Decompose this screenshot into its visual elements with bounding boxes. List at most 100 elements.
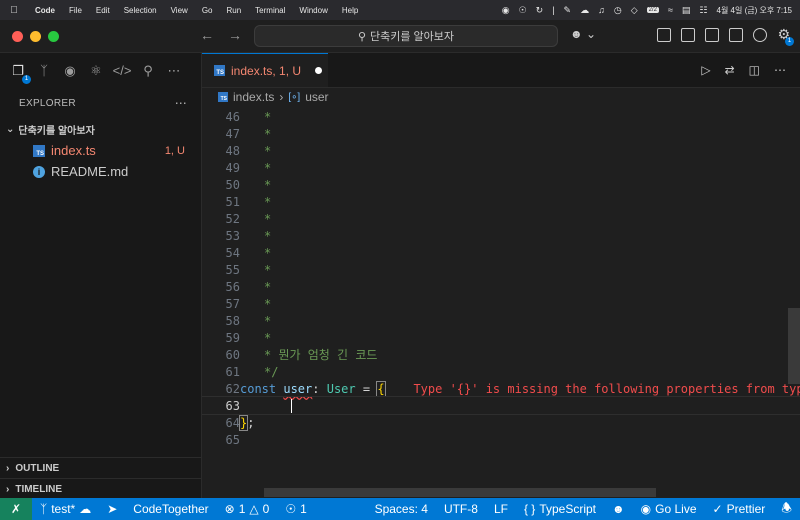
explorer-more-icon[interactable]: ⋯ (175, 96, 187, 110)
github-icon[interactable]: ◉ (62, 63, 78, 79)
outline-section[interactable]: › OUTLINE (0, 457, 202, 478)
compare-changes-icon[interactable]: ⇄ (725, 63, 735, 77)
user-circle-icon[interactable]: ☉ (519, 5, 527, 16)
indentation-item[interactable]: Spaces: 4 (367, 502, 436, 516)
breadcrumb-file[interactable]: index.ts (233, 90, 274, 104)
cloud-icon[interactable]: ☁ (580, 5, 589, 16)
menu-run[interactable]: Run (219, 6, 248, 15)
layers-icon[interactable]: ◇ (631, 5, 638, 16)
menu-terminal[interactable]: Terminal (248, 6, 292, 15)
file-item-index-ts[interactable]: TS index.ts 1, U (0, 140, 201, 161)
more-actions-icon[interactable]: ⋯ (774, 63, 786, 77)
customize-layout-icon[interactable] (657, 27, 672, 42)
notifications-bell-icon[interactable]: 🕭 (773, 499, 800, 520)
breadcrumb-symbol[interactable]: user (305, 90, 328, 104)
pen-icon[interactable]: ✎ (564, 5, 572, 16)
time-machine-icon[interactable]: ◷ (614, 5, 622, 16)
forward-arrow-icon[interactable]: → (228, 27, 242, 43)
keyboard-badge[interactable]: 2/2 (646, 7, 659, 13)
toggle-panel-icon[interactable] (705, 27, 720, 42)
comment-text: * 뭔가 엄청 긴 코드 (264, 348, 378, 362)
file-item-readme[interactable]: i README.md (0, 161, 201, 182)
headphones-icon[interactable]: ♫ (598, 5, 605, 15)
run-play-icon[interactable]: ▷ (701, 63, 710, 77)
cloud-sync-icon: ☁ (79, 502, 92, 516)
problems-indicator[interactable]: ⊗ 1 △ 0 (217, 502, 278, 516)
code-line: 48 * (225, 143, 272, 158)
copilot-status-icon[interactable]: ☻ (604, 502, 633, 516)
toggle-secondary-sidebar-icon[interactable] (729, 27, 744, 42)
menu-clock[interactable]: 4월 4일 (금) 오후 7:15 (717, 5, 793, 16)
chevron-right-icon: › (279, 90, 284, 104)
react-atom-icon[interactable]: ⚛ (88, 63, 104, 79)
go-live-item[interactable]: ◉ Go Live (633, 502, 705, 516)
language-mode-item[interactable]: { } TypeScript (516, 502, 604, 516)
menu-view[interactable]: View (164, 6, 195, 15)
breadcrumb: TS index.ts › [∘] user (202, 88, 800, 106)
back-arrow-icon[interactable]: ← (200, 27, 214, 43)
explorer-badge: 1 (22, 74, 31, 84)
close-window-button[interactable] (12, 31, 23, 42)
timeline-section[interactable]: › TIMELINE (0, 478, 202, 499)
menu-help[interactable]: Help (335, 6, 365, 15)
explorer-title: EXPLORER (19, 97, 76, 109)
control-center-icon[interactable]: ☷ (699, 5, 707, 16)
code-line: 51 * (225, 194, 272, 209)
remote-window-icon[interactable]: ✗ (0, 498, 32, 520)
source-control-icon[interactable]: ᛉ (36, 63, 52, 79)
workspace-folder[interactable]: ⌄ 단축키를 알아보자 (0, 118, 201, 140)
settings-badge: 1 (785, 37, 794, 46)
search-icon[interactable]: ⚲ (140, 63, 156, 79)
divider-icon: | (552, 5, 555, 15)
minimize-window-button[interactable] (30, 31, 41, 42)
variable-symbol-icon: [∘] (288, 91, 301, 103)
menu-app-name[interactable]: Code (28, 6, 62, 15)
branch-indicator[interactable]: ᛉ test* ☁ (32, 502, 99, 516)
input-source-icon[interactable]: ▤ (682, 5, 691, 16)
status-bar: ✗ ᛉ test* ☁ ➤ CodeTogether ⊗ 1 △ 0 ☉ 1 Spaces:… (0, 498, 800, 520)
eol-item[interactable]: LF (486, 502, 516, 516)
codetogether-item[interactable]: CodeTogether (125, 502, 216, 516)
toggle-primary-sidebar-icon[interactable] (681, 27, 696, 42)
error-squiggle-var: user (283, 381, 313, 396)
tab-label: index.ts, 1, U (231, 63, 302, 78)
command-center-search[interactable]: ⚲ 단축키를 알아보자 (254, 25, 558, 47)
code-line: 53 * (225, 228, 272, 243)
typescript-file-icon: TS (218, 92, 228, 102)
zoom-window-button[interactable] (48, 31, 59, 42)
vertical-scrollbar[interactable] (788, 308, 800, 384)
explorer-files-icon[interactable]: ❐ 1 (10, 63, 31, 84)
ports-indicator[interactable]: ☉ 1 (277, 502, 314, 516)
code-editor[interactable]: 46 * 47 * 48 * 49 * 50 * 51 * 52 * 53 * 54 * 55 * … (202, 108, 800, 448)
record-icon[interactable]: ◉ (502, 5, 510, 16)
tab-index-ts[interactable]: TS index.ts, 1, U (202, 53, 328, 87)
inline-error-message: Type '{}' is missing the following prope… (413, 381, 800, 396)
macos-menu-bar:  Code File Edit Selection View Go Run T… (0, 0, 800, 20)
horizontal-scrollbar[interactable] (264, 488, 656, 497)
menu-edit[interactable]: Edit (89, 6, 117, 15)
editor-area: TS index.ts, 1, U ▷ ⇄ ◫ ⋯ TS index.ts › … (202, 53, 800, 498)
menu-file[interactable]: File (62, 6, 89, 15)
menu-go[interactable]: Go (195, 6, 220, 15)
check-icon: ✓ (712, 502, 723, 516)
sync-icon[interactable]: ↻ (536, 5, 544, 16)
rocket-icon[interactable]: ➤ (99, 502, 125, 516)
split-editor-icon[interactable]: ◫ (749, 63, 760, 77)
menu-selection[interactable]: Selection (117, 6, 164, 15)
copilot-menu-button[interactable]: ☻ ⌄ (570, 27, 596, 41)
more-views-icon[interactable]: ⋯ (166, 63, 182, 79)
encoding-item[interactable]: UTF-8 (436, 502, 486, 516)
wifi-icon[interactable]: ≈ (668, 5, 673, 15)
command-center-text: 단축키를 알아보자 (370, 31, 455, 43)
apple-icon[interactable]:  (0, 5, 28, 16)
accounts-icon[interactable] (753, 27, 768, 42)
comment-close: */ (264, 364, 279, 379)
settings-gear-icon[interactable]: ⚙ 1 (777, 26, 794, 46)
unsaved-dot-icon[interactable] (315, 67, 323, 74)
window-title-bar: ← → ⚲ 단축키를 알아보자 ☻ ⌄ ⚙ 1 (0, 20, 800, 53)
prettier-item[interactable]: ✓ Prettier (705, 502, 774, 516)
menu-window[interactable]: Window (292, 6, 334, 15)
code-line: 49 * (225, 160, 272, 175)
file-name: index.ts (51, 143, 96, 158)
remote-explorer-icon[interactable]: </> (113, 63, 132, 79)
